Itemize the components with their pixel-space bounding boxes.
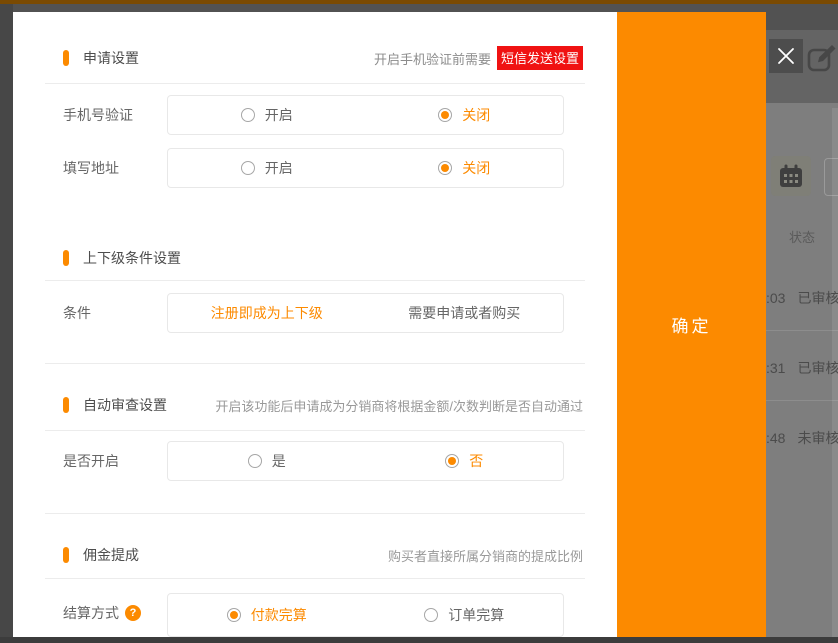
radio-option-order-settle[interactable]: 订单完算 — [366, 594, 564, 636]
table-row: :31 已审核 — [766, 358, 838, 378]
option-group: 开启 关闭 — [167, 148, 564, 188]
status-column-header: 状态 — [789, 227, 815, 246]
row-label: 是否开启 — [63, 441, 119, 481]
table-row: :48 未审核 — [766, 428, 838, 448]
section-description: 购买者直接所属分销商的提成比例 — [388, 546, 583, 565]
section-header-hierarchy: 上下级条件设置 — [63, 248, 583, 268]
radio-checked-icon[interactable] — [438, 108, 452, 122]
sms-settings-link[interactable]: 短信发送设置 — [497, 46, 583, 70]
row-divider — [766, 400, 838, 401]
confirm-button[interactable]: 确定 — [617, 12, 766, 637]
radio-icon[interactable] — [424, 608, 438, 622]
radio-option-off[interactable]: 关闭 — [366, 96, 564, 134]
option-label: 否 — [469, 451, 483, 471]
form-row-settlement: 结算方式 ? 付款完算 订单完算 — [63, 593, 583, 637]
radio-icon[interactable] — [241, 108, 255, 122]
section-bar-icon — [63, 397, 69, 413]
option-label: 付款完算 — [251, 605, 307, 625]
option-group: 是 否 — [167, 441, 564, 481]
radio-checked-icon[interactable] — [445, 454, 459, 468]
row-time: :03 — [766, 290, 785, 306]
option-group: 注册即成为上下级 需要申请或者购买 — [167, 293, 564, 333]
text-option-register[interactable]: 注册即成为上下级 — [168, 294, 366, 332]
row-time: :48 — [766, 430, 785, 446]
radio-option-no[interactable]: 否 — [366, 442, 564, 480]
radio-option-yes[interactable]: 是 — [168, 442, 366, 480]
section-title: 申请设置 — [83, 48, 139, 68]
radio-checked-icon[interactable] — [438, 161, 452, 175]
option-label: 开启 — [265, 105, 293, 125]
radio-option-pay-settle[interactable]: 付款完算 — [168, 594, 366, 636]
section-divider — [45, 363, 585, 364]
section-title: 佣金提成 — [83, 545, 139, 565]
radio-option-on[interactable]: 开启 — [168, 149, 366, 187]
divider — [45, 430, 585, 431]
dimmed-bottom-strip — [0, 637, 838, 643]
option-label: 关闭 — [462, 158, 490, 178]
option-label: 订单完算 — [448, 605, 504, 625]
dimmed-button-edge — [824, 158, 838, 196]
option-label: 需要申请或者购买 — [408, 303, 520, 323]
row-status: 已审核 — [797, 290, 838, 306]
form-row-auto-review-enable: 是否开启 是 否 — [63, 441, 583, 481]
option-group: 付款完算 订单完算 — [167, 593, 564, 637]
form-row-condition: 条件 注册即成为上下级 需要申请或者购买 — [63, 293, 583, 333]
confirm-label: 确定 — [672, 312, 712, 337]
section-description: 开启该功能后申请成为分销商将根据金额/次数判断是否自动通过 — [215, 396, 583, 415]
dimmed-left-strip — [0, 4, 13, 643]
close-button[interactable] — [769, 39, 803, 73]
form-row-fill-address: 填写地址 开启 关闭 — [63, 148, 583, 188]
note-text: 开启手机验证前需要 — [374, 49, 491, 68]
row-status: 已审核 — [797, 360, 838, 376]
section-header-apply: 申请设置 开启手机验证前需要 短信发送设置 — [63, 48, 583, 68]
option-group: 开启 关闭 — [167, 95, 564, 135]
radio-icon[interactable] — [248, 454, 262, 468]
row-label: 结算方式 — [63, 593, 119, 633]
section-divider — [45, 513, 585, 514]
section-bar-icon — [63, 547, 69, 563]
row-status: 未审核 — [797, 430, 838, 446]
row-label: 填写地址 — [63, 148, 119, 188]
calendar-button — [771, 156, 811, 196]
settings-modal: 申请设置 开启手机验证前需要 短信发送设置 手机号验证 开启 关闭 — [13, 12, 617, 637]
row-label: 条件 — [63, 293, 91, 333]
text-option-apply-or-buy[interactable]: 需要申请或者购买 — [366, 294, 564, 332]
divider — [45, 280, 585, 281]
row-divider — [766, 330, 838, 331]
row-label: 手机号验证 — [63, 95, 133, 135]
section-title: 上下级条件设置 — [83, 248, 181, 268]
option-label: 关闭 — [462, 105, 490, 125]
section-header-auto-review: 自动审查设置 开启该功能后申请成为分销商将根据金额/次数判断是否自动通过 — [63, 395, 583, 415]
close-icon — [777, 47, 795, 65]
section-header-commission: 佣金提成 购买者直接所属分销商的提成比例 — [63, 545, 583, 565]
edit-pencil-icon — [805, 42, 837, 74]
option-label: 开启 — [265, 158, 293, 178]
radio-icon[interactable] — [241, 161, 255, 175]
table-row: :03 已审核 — [766, 288, 838, 308]
section-bar-icon — [63, 250, 69, 266]
option-label: 注册即成为上下级 — [211, 303, 323, 323]
radio-option-on[interactable]: 开启 — [168, 96, 366, 134]
row-time: :31 — [766, 360, 785, 376]
divider — [45, 578, 585, 579]
divider — [45, 83, 585, 84]
screen: 状态 :03 已审核 :31 已审核 :48 未审核 申请设置 开启手机验证前需要 短… — [0, 0, 838, 643]
radio-checked-icon[interactable] — [227, 608, 241, 622]
section-bar-icon — [63, 50, 69, 66]
form-row-phone-verify: 手机号验证 开启 关闭 — [63, 95, 583, 135]
option-label: 是 — [272, 451, 286, 471]
section-title: 自动审查设置 — [83, 395, 167, 415]
radio-option-off[interactable]: 关闭 — [366, 149, 564, 187]
help-icon[interactable]: ? — [125, 605, 141, 621]
